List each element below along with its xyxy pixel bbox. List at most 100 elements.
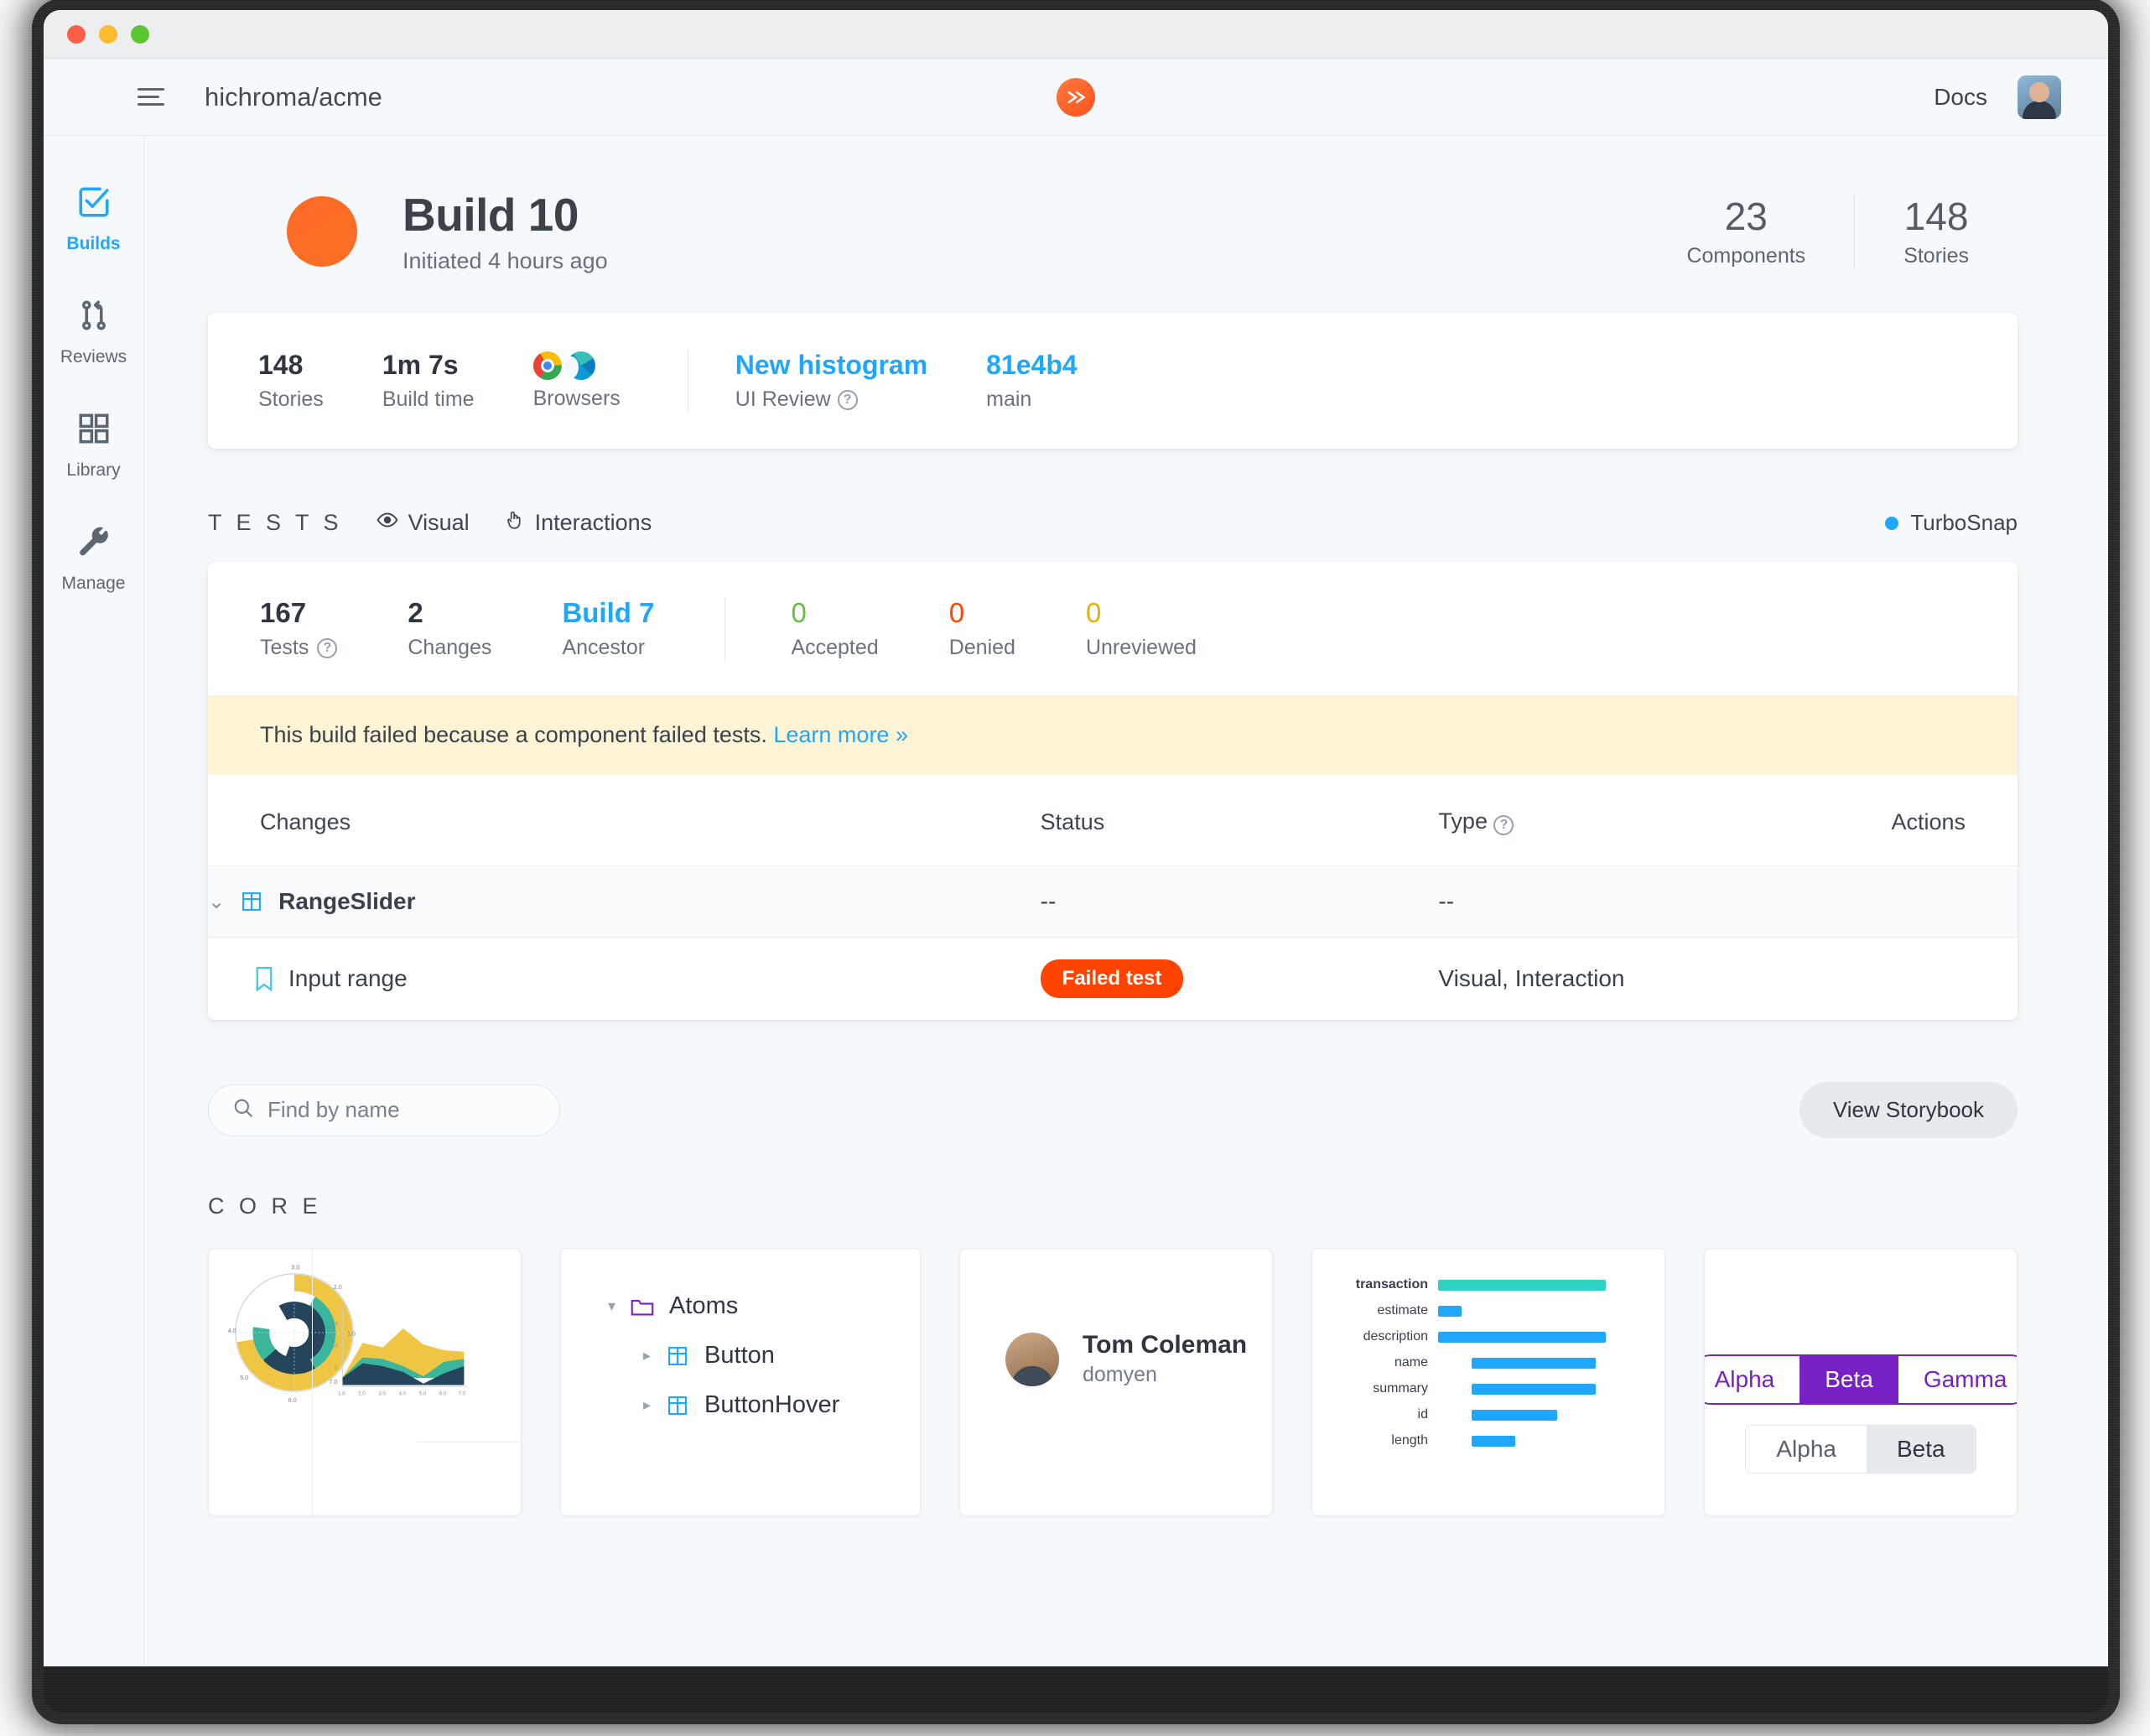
main-content: Build 10 Initiated 4 hours ago 23 Compon… <box>144 136 2108 1666</box>
build-subtitle: Initiated 4 hours ago <box>402 248 608 273</box>
test-stat-denied: 0 Denied <box>949 597 1086 660</box>
type-cell: -- <box>1438 888 1455 914</box>
chevron-down-icon[interactable]: ⌄ <box>208 890 225 914</box>
tree-item-buttonhover[interactable]: ▸ ButtonHover <box>608 1391 920 1419</box>
build-header: Build 10 Initiated 4 hours ago 23 Compon… <box>208 136 2018 313</box>
tab-visual[interactable]: Visual <box>377 509 470 537</box>
stat-value: 0 <box>1085 597 1102 628</box>
docs-link[interactable]: Docs <box>1934 84 1987 111</box>
tree-item-button[interactable]: ▸ Button <box>608 1342 920 1370</box>
component-card-bar-chart[interactable]: transaction estimate description name su… <box>1311 1248 1665 1516</box>
window-titlebar <box>44 10 2108 59</box>
stat-label: main <box>986 387 1032 411</box>
tests-stats-row: 167 Tests ? 2 Changes Build 7 Ancestor 0… <box>208 562 2018 695</box>
learn-more-link[interactable]: Learn more » <box>773 722 908 747</box>
test-stat-ancestor[interactable]: Build 7 Ancestor <box>562 597 724 660</box>
type-cell: Visual, Interaction <box>1438 965 1625 991</box>
build-info-card: 148 Stories 1m 7s Build time Browsers Ne… <box>208 313 2018 449</box>
segmented-control-primary[interactable]: Alpha Beta Gamma <box>1705 1354 2017 1405</box>
chevron-down-icon[interactable]: ▾ <box>608 1297 615 1315</box>
help-circle-icon[interactable]: ? <box>1493 815 1514 835</box>
info-stat-ui-review[interactable]: New histogram UI Review ? <box>735 350 986 412</box>
component-card-tree[interactable]: ▾ Atoms ▸ Button ▸ ButtonHover <box>560 1248 921 1516</box>
bar-row: id <box>1327 1407 1639 1422</box>
sidebar-item-builds[interactable]: Builds <box>44 166 143 279</box>
segmented-control-secondary[interactable]: Alpha Beta <box>1745 1425 1976 1474</box>
component-card-charts[interactable]: 3.0 2.0 1.0 7.0 6.0 5.0 4.0 15 10 5 1.0 … <box>208 1248 522 1516</box>
sidebar-item-manage[interactable]: Manage <box>44 506 143 619</box>
hamburger-menu-icon[interactable] <box>138 86 168 109</box>
search-input[interactable] <box>267 1097 536 1123</box>
browser-window: hichroma/acme Docs Builds Reviews Librar… <box>44 10 2108 1666</box>
component-card-person[interactable]: Tom Coleman domyen <box>959 1248 1273 1516</box>
tab-interactions[interactable]: Interactions <box>503 509 652 537</box>
stat-label: Stories <box>1903 244 1969 268</box>
stat-value: 0 <box>948 597 965 628</box>
bar-value <box>1472 1383 1596 1395</box>
edge-icon <box>563 351 595 380</box>
bar-label: name <box>1394 1355 1428 1370</box>
chevron-right-icon[interactable]: ▸ <box>643 1347 651 1364</box>
browser-icons <box>532 351 621 380</box>
build-failed-banner: This build failed because a component fa… <box>208 695 2018 775</box>
view-storybook-button[interactable]: View Storybook <box>1799 1082 2018 1138</box>
svg-text:5.0: 5.0 <box>240 1374 248 1381</box>
bookmark-story-icon <box>255 966 273 992</box>
app-body: Builds Reviews Library Manage Build 10 I… <box>44 136 2108 1666</box>
column-header-changes: Changes <box>260 808 351 834</box>
commit-hash-link[interactable]: 81e4b4 <box>986 350 1078 381</box>
close-window-button[interactable] <box>67 24 86 44</box>
segment-beta[interactable]: Beta <box>1799 1356 1898 1403</box>
bar-value <box>1472 1435 1515 1447</box>
component-grid-icon <box>666 1394 689 1417</box>
avatar[interactable] <box>2018 75 2061 119</box>
checkbox-check-icon <box>76 185 112 224</box>
sidebar-item-library[interactable]: Library <box>44 392 143 506</box>
tree-item-atoms[interactable]: ▾ Atoms <box>608 1292 920 1320</box>
ui-review-link[interactable]: New histogram <box>735 350 927 381</box>
library-toolbar: View Storybook <box>208 1082 2018 1138</box>
test-stat-accepted: 0 Accepted <box>791 597 948 660</box>
info-stat-commit[interactable]: 81e4b4 main <box>986 350 1136 412</box>
segment-beta[interactable]: Beta <box>1867 1426 1976 1473</box>
help-circle-icon[interactable]: ? <box>317 637 338 658</box>
ancestor-build-link[interactable]: Build 7 <box>562 597 654 629</box>
chromatic-logo-icon[interactable] <box>1057 77 1095 117</box>
component-card-tabs[interactable]: Alpha Beta Gamma Alpha Beta <box>1704 1248 2018 1516</box>
section-title-core: C O R E <box>208 1193 322 1219</box>
sidebar-item-reviews[interactable]: Reviews <box>44 279 143 392</box>
column-header-type: Type ? <box>1438 775 1836 866</box>
chevron-right-icon[interactable]: ▸ <box>643 1396 651 1414</box>
component-name-cell[interactable]: ⌄ RangeSlider <box>208 866 1041 938</box>
build-header-stats: 23 Components 148 Stories <box>1638 194 2018 268</box>
stat-value: 2 <box>408 597 423 628</box>
person-handle: domyen <box>1083 1363 1157 1386</box>
segment-alpha[interactable]: Alpha <box>1705 1356 1800 1403</box>
tab-label: Visual <box>408 510 470 535</box>
bar-label: estimate <box>1377 1303 1428 1318</box>
table-row[interactable]: Input range Failed test Visual, Interact… <box>208 938 2018 1021</box>
search-box[interactable] <box>208 1084 560 1136</box>
story-name-cell[interactable]: Input range <box>208 938 1041 1021</box>
stat-label: UI Review <box>735 387 831 411</box>
help-circle-icon[interactable]: ? <box>837 389 858 410</box>
bar-row: transaction <box>1327 1277 1639 1292</box>
stat-label: Build time <box>382 387 475 411</box>
svg-text:7.0: 7.0 <box>459 1392 466 1397</box>
segment-alpha[interactable]: Alpha <box>1746 1426 1867 1473</box>
tree-item-label: ButtonHover <box>704 1391 840 1418</box>
breadcrumb-repo-name[interactable]: hichroma/acme <box>205 82 382 112</box>
test-stat-tests: 167 Tests ? <box>260 597 408 660</box>
bar-label: transaction <box>1355 1277 1428 1292</box>
segment-gamma[interactable]: Gamma <box>1898 1356 2017 1403</box>
minimize-window-button[interactable] <box>99 24 117 44</box>
sidebar-item-label: Library <box>66 460 121 480</box>
table-header-row: Changes Status Type ? Actions <box>208 775 2018 866</box>
maximize-window-button[interactable] <box>131 24 149 44</box>
bar-value <box>1438 1279 1606 1291</box>
svg-text:4.0: 4.0 <box>228 1327 236 1334</box>
info-stat-stories: 148 Stories <box>258 350 382 412</box>
changes-table: Changes Status Type ? Actions ⌄ RangeSli… <box>208 775 2018 1020</box>
svg-text:4.0: 4.0 <box>399 1392 407 1397</box>
table-row[interactable]: ⌄ RangeSlider -- -- <box>208 865 2018 938</box>
